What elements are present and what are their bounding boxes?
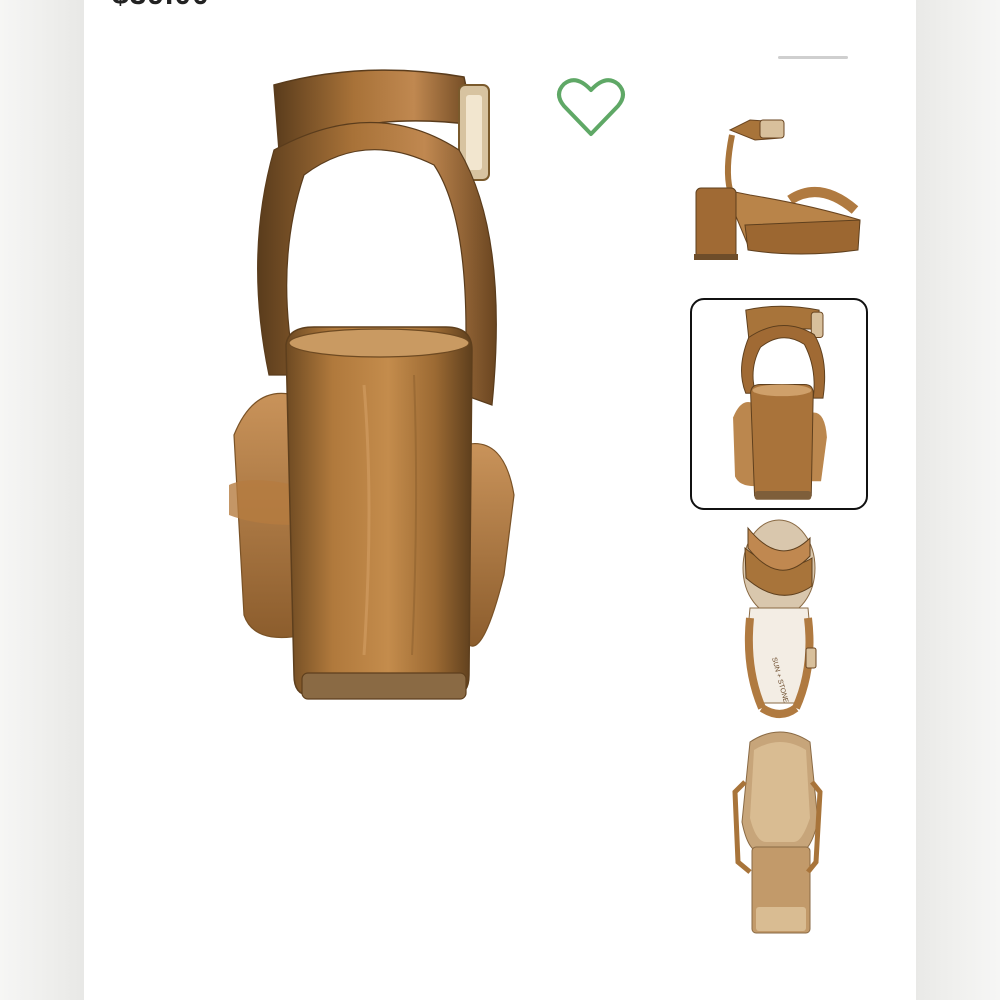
- product-price: $39.00: [112, 0, 210, 12]
- thumbnail-back-view[interactable]: [690, 298, 868, 510]
- right-blurred-margin: [916, 0, 1000, 1000]
- product-gallery-page: $39.00: [84, 0, 916, 1000]
- main-product-image[interactable]: [214, 55, 534, 715]
- thumbnail-side-view[interactable]: [690, 100, 868, 312]
- left-blurred-margin: [0, 0, 84, 1000]
- thumbnail-sole-view[interactable]: [690, 722, 868, 934]
- thumbnail-top-view[interactable]: SUN + STONE: [690, 508, 868, 720]
- gallery-scroll-indicator: [778, 56, 848, 59]
- heart-outline-icon[interactable]: [556, 74, 626, 140]
